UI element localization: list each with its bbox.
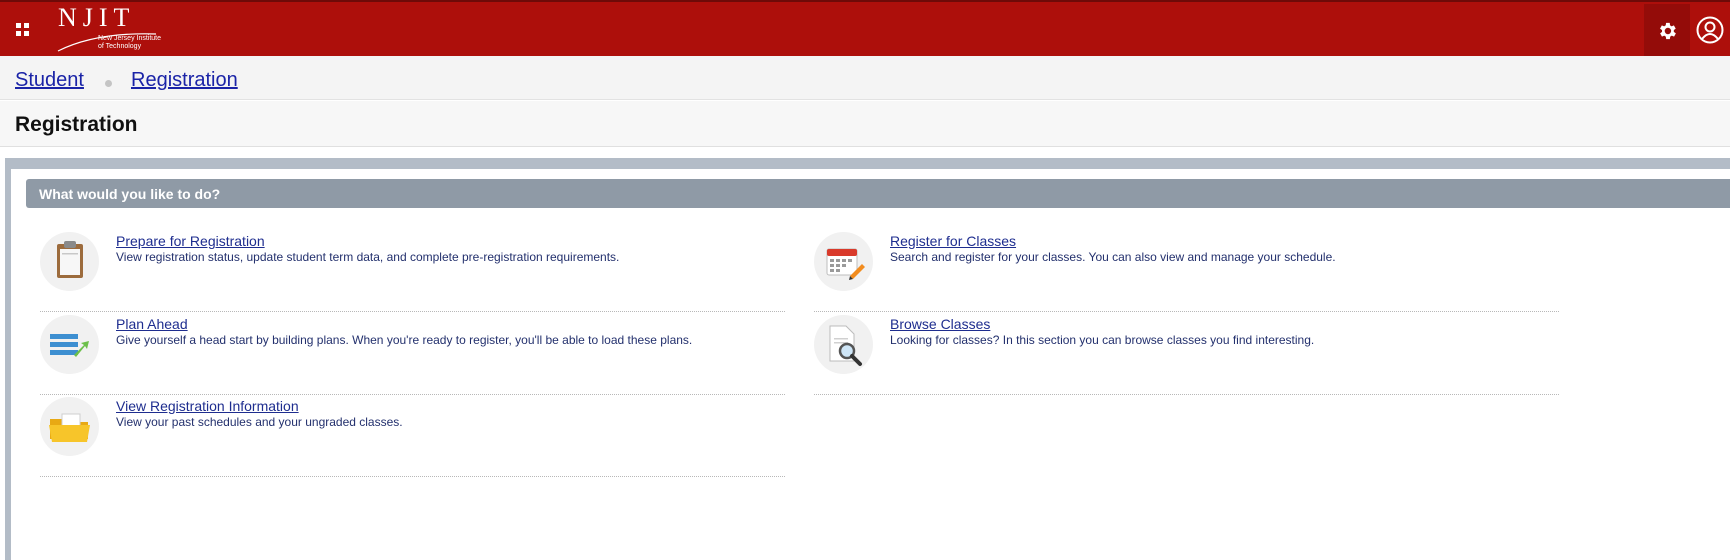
- page-title-bar: Registration: [0, 101, 1730, 147]
- breadcrumb-registration-link[interactable]: Registration: [131, 69, 238, 92]
- breadcrumb: Student Registration: [0, 56, 1730, 100]
- breadcrumb-student-link[interactable]: Student: [15, 69, 84, 92]
- option-plan-ahead: Plan Ahead Give yourself a head start by…: [40, 315, 785, 395]
- prepare-for-registration-description: View registration status, update student…: [116, 250, 620, 264]
- register-for-classes-link[interactable]: Register for Classes: [890, 233, 1016, 249]
- browse-classes-description: Looking for classes? In this section you…: [890, 333, 1315, 347]
- njit-logo[interactable]: NJIT New Jersey Institute of Technology: [56, 4, 168, 52]
- page-title: Registration: [15, 113, 138, 136]
- breadcrumb-separator: [105, 80, 112, 87]
- calendar-pencil-icon[interactable]: [814, 232, 873, 291]
- prepare-for-registration-link[interactable]: Prepare for Registration: [116, 233, 265, 249]
- gear-icon: [1660, 22, 1676, 40]
- user-icon[interactable]: [1696, 16, 1724, 44]
- option-browse-classes: Browse Classes Looking for classes? In t…: [814, 315, 1559, 395]
- folder-icon[interactable]: [40, 397, 99, 456]
- clipboard-icon[interactable]: [40, 232, 99, 291]
- option-view-registration-information: View Registration Information View your …: [40, 397, 785, 477]
- plan-ahead-link[interactable]: Plan Ahead: [116, 316, 188, 332]
- view-registration-information-link[interactable]: View Registration Information: [116, 398, 299, 414]
- section-header: What would you like to do?: [26, 179, 1730, 208]
- plan-list-icon[interactable]: [40, 315, 99, 374]
- section-title: What would you like to do?: [39, 186, 221, 202]
- document-magnifier-icon[interactable]: [814, 315, 873, 374]
- logo-subtitle: New Jersey Institute of Technology: [98, 35, 162, 50]
- option-prepare-for-registration: Prepare for Registration View registrati…: [40, 232, 785, 312]
- top-header: NJIT New Jersey Institute of Technology: [0, 0, 1730, 58]
- apps-grid-icon[interactable]: [16, 23, 30, 37]
- plan-ahead-description: Give yourself a head start by building p…: [116, 333, 693, 347]
- view-registration-information-description: View your past schedules and your ungrad…: [116, 415, 403, 429]
- settings-button[interactable]: [1644, 4, 1690, 58]
- browse-classes-link[interactable]: Browse Classes: [890, 316, 990, 332]
- option-register-for-classes: Register for Classes Search and register…: [814, 232, 1559, 312]
- register-for-classes-description: Search and register for your classes. Yo…: [890, 250, 1336, 264]
- logo-wordmark: NJIT: [58, 3, 136, 32]
